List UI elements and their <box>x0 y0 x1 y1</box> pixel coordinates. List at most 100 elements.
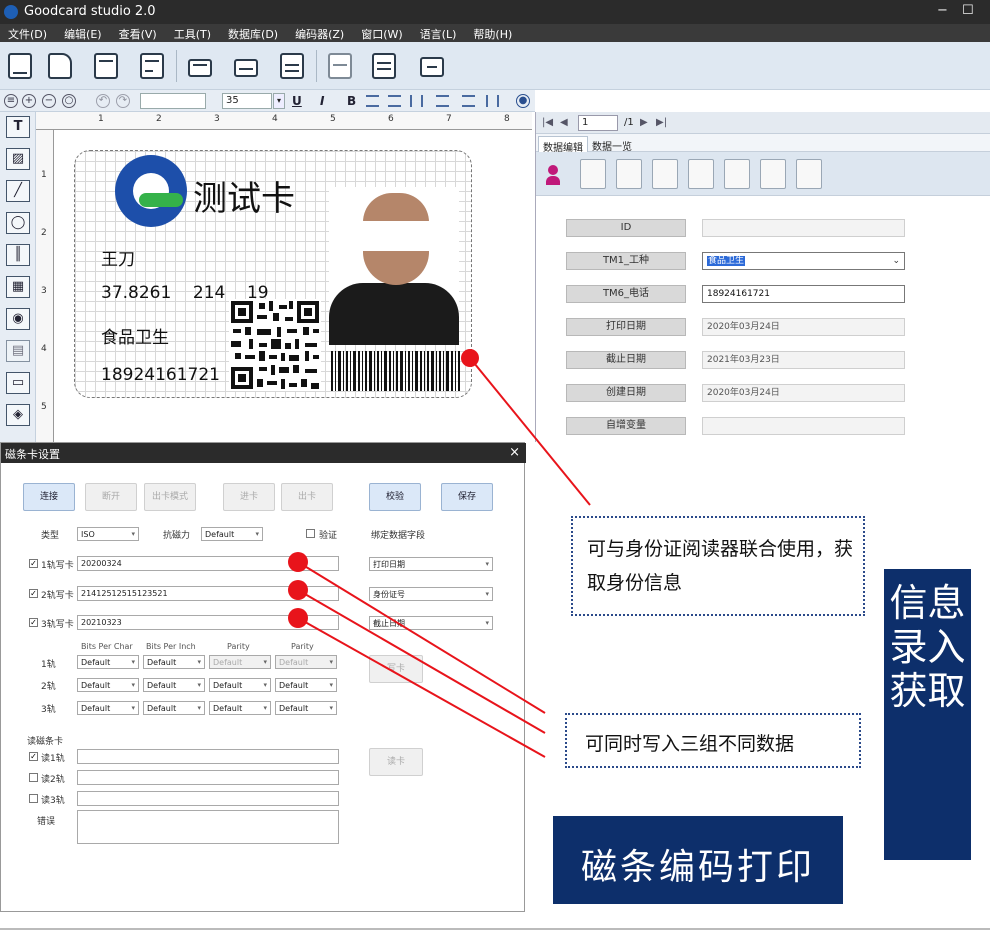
edit-record-icon[interactable] <box>616 159 642 189</box>
text-tool-icon[interactable]: T <box>6 116 30 138</box>
verify-button[interactable]: 校验 <box>369 483 421 511</box>
rfid-tool-icon[interactable]: ◈ <box>6 404 30 426</box>
align-center-icon[interactable] <box>388 95 401 107</box>
zoom-fit-icon[interactable]: ○ <box>62 94 76 108</box>
tab-data-overview[interactable]: 数据一览 <box>588 136 636 153</box>
track2-parity-select[interactable]: Default ▾ <box>209 678 271 692</box>
read-track2-checkbox[interactable] <box>29 773 38 782</box>
coercivity-select[interactable]: Default ▾ <box>201 527 263 541</box>
stamp-tool-icon[interactable]: ▤ <box>6 340 30 362</box>
last-record-icon[interactable]: ▶| <box>656 117 667 128</box>
track2-bind-select[interactable]: 身份证号 ▾ <box>369 587 493 601</box>
field-value-expiry-date[interactable]: 2021年03月23日 <box>702 351 905 369</box>
print-setup-button[interactable] <box>276 50 308 82</box>
field-value-id[interactable] <box>702 219 905 237</box>
field-value-print-date[interactable]: 2020年03月24日 <box>702 318 905 336</box>
zoom-out-icon[interactable]: − <box>42 94 56 108</box>
menu-file[interactable]: 文件(D) <box>0 24 56 42</box>
track1-parity-select[interactable]: Default ▾ <box>209 655 271 669</box>
menu-database[interactable]: 数据库(D) <box>220 24 287 42</box>
new-file-button[interactable] <box>4 50 36 82</box>
card-phone[interactable]: 18924161721 <box>101 365 220 385</box>
track3-bpc-select[interactable]: Default ▾ <box>77 701 139 715</box>
minimize-button[interactable]: − <box>937 3 948 18</box>
disconnect-button[interactable]: 断开 <box>85 483 137 511</box>
maximize-button[interactable]: ☐ <box>962 3 974 18</box>
menu-language[interactable]: 语言(L) <box>412 24 466 42</box>
barcode-icon[interactable] <box>331 351 461 391</box>
align-left-icon[interactable] <box>366 95 379 107</box>
read-track2-output[interactable] <box>77 770 339 785</box>
record-number-input[interactable]: 1 <box>578 115 618 131</box>
close-icon[interactable]: × <box>509 445 520 460</box>
track2-parity2-select[interactable]: Default ▾ <box>275 678 337 692</box>
refresh-record-icon[interactable] <box>724 159 750 189</box>
align-right-icon[interactable] <box>436 95 449 107</box>
database-button[interactable] <box>324 50 356 82</box>
font-size-select[interactable]: 35 ▾ <box>222 93 285 109</box>
track1-data-input[interactable]: 20200324 <box>77 556 339 571</box>
read-track3-checkbox[interactable] <box>29 794 38 803</box>
redo-icon[interactable]: ↷ <box>116 94 130 108</box>
grid-toggle-icon[interactable]: ≡ <box>4 94 18 108</box>
first-record-icon[interactable]: |◀ <box>542 117 553 128</box>
menu-edit[interactable]: 编辑(E) <box>56 24 111 42</box>
track3-parity-select[interactable]: Default ▾ <box>209 701 271 715</box>
delete-record-icon[interactable] <box>688 159 714 189</box>
open-file-button[interactable] <box>44 50 76 82</box>
qrcode-tool-icon[interactable]: ▦ <box>6 276 30 298</box>
track2-write-checkbox[interactable]: ✓ <box>29 589 38 598</box>
camera-tool-icon[interactable]: ◉ <box>6 308 30 330</box>
connect-button[interactable]: 连接 <box>23 483 75 511</box>
type-select[interactable]: ISO ▾ <box>77 527 139 541</box>
save-button[interactable] <box>90 50 122 82</box>
read-track3-output[interactable] <box>77 791 339 806</box>
track2-data-input[interactable]: 21412512515123521 <box>77 586 339 601</box>
print-button[interactable] <box>184 50 216 82</box>
lock-record-icon[interactable] <box>580 159 606 189</box>
distribute-h-icon[interactable] <box>462 95 475 107</box>
verify-checkbox[interactable] <box>306 529 315 538</box>
card-job[interactable]: 食品卫生 <box>101 323 169 348</box>
error-output[interactable] <box>77 810 339 844</box>
track1-parity2-select[interactable]: Default ▾ <box>275 655 337 669</box>
feed-card-button[interactable]: 进卡 <box>223 483 275 511</box>
save-settings-button[interactable]: 保存 <box>441 483 493 511</box>
bold-button[interactable]: B <box>347 94 356 108</box>
shape-tool-icon[interactable]: ◯ <box>6 212 30 234</box>
search-record-icon[interactable] <box>760 159 786 189</box>
italic-button[interactable]: I <box>320 94 324 108</box>
underline-button[interactable]: U <box>292 94 302 108</box>
write-card-button[interactable]: 写卡 <box>369 655 423 683</box>
window-button[interactable] <box>416 50 448 82</box>
read-card-button[interactable]: 读卡 <box>369 748 423 776</box>
track1-bpc-select[interactable]: Default ▾ <box>77 655 139 669</box>
user-list-icon[interactable] <box>544 159 570 189</box>
tab-data-edit[interactable]: 数据编辑 <box>538 136 588 154</box>
card-title[interactable]: 测试卡 <box>193 171 295 220</box>
add-record-icon[interactable] <box>652 159 678 189</box>
track3-data-input[interactable]: 20210323 <box>77 615 339 630</box>
card-design[interactable]: 测试卡 王刀 37.8261 214 19 食品卫生 18924161721 <box>74 150 472 398</box>
barcode-tool-icon[interactable]: ║ <box>6 244 30 266</box>
field-value-job-select[interactable]: 食品卫生 ⌄ <box>702 252 905 270</box>
color-palette-icon[interactable]: ● <box>516 94 530 108</box>
menu-window[interactable]: 窗口(W) <box>353 24 411 42</box>
save-record-icon[interactable] <box>796 159 822 189</box>
track3-bind-select[interactable]: 截止日期 ▾ <box>369 616 493 630</box>
align-vertical-icon[interactable] <box>410 95 423 107</box>
print-preview-button[interactable] <box>230 50 262 82</box>
eject-mode-button[interactable]: 出卡模式 <box>144 483 196 511</box>
menu-view[interactable]: 查看(V) <box>111 24 166 42</box>
track2-bpi-select[interactable]: Default ▾ <box>143 678 205 692</box>
read-track1-output[interactable] <box>77 749 339 764</box>
undo-icon[interactable]: ↶ <box>96 94 110 108</box>
encoder-button[interactable] <box>368 50 400 82</box>
menu-help[interactable]: 帮助(H) <box>465 24 521 42</box>
track1-bpi-select[interactable]: Default ▾ <box>143 655 205 669</box>
next-record-icon[interactable]: ▶ <box>640 117 648 128</box>
zoom-in-icon[interactable]: + <box>22 94 36 108</box>
track3-bpi-select[interactable]: Default ▾ <box>143 701 205 715</box>
distribute-v-icon[interactable] <box>486 95 499 107</box>
image-tool-icon[interactable]: ▨ <box>6 148 30 170</box>
